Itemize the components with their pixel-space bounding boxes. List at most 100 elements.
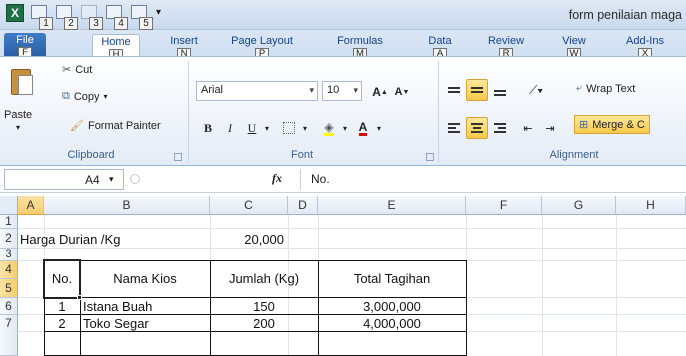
font-launcher-icon[interactable] <box>426 153 434 161</box>
cell-b4-nama-kios[interactable]: Nama Kios <box>80 271 210 286</box>
column-header-e[interactable]: E <box>318 196 466 215</box>
cut-button[interactable]: ✂ Cut <box>62 63 92 77</box>
formula-bar: A4 ▾ fx No. <box>0 166 686 193</box>
column-header-f[interactable]: F <box>466 196 542 215</box>
chevron-down-icon: ▾ <box>109 174 114 184</box>
cell-c6-jumlah[interactable]: 150 <box>210 299 318 314</box>
row-header-2[interactable]: 2 <box>0 229 18 249</box>
borders-button[interactable] <box>278 117 300 139</box>
chevron-down-icon[interactable]: ▾ <box>374 117 384 139</box>
new-file-button[interactable]: 4 <box>106 4 128 30</box>
row-header-3[interactable]: 3 <box>0 249 18 261</box>
cell-e6-total[interactable]: 3,000,000 <box>318 299 466 314</box>
spreadsheet-grid[interactable]: A B C D E F G H 1 2 3 4 5 6 7 Harga Duri… <box>0 196 686 356</box>
name-box[interactable]: A4 ▾ <box>4 169 124 190</box>
open-file-button[interactable]: 5 <box>131 4 153 30</box>
select-all-button[interactable] <box>0 196 18 215</box>
bold-button[interactable]: B <box>198 117 218 139</box>
cell-c2-harga-value[interactable]: 20,000 <box>210 232 288 247</box>
tab-formulas[interactable]: Formulas M <box>330 34 390 60</box>
align-bottom-button[interactable] <box>490 79 510 101</box>
increase-indent-button[interactable]: ⇥ <box>540 117 560 139</box>
cell-a6-no[interactable]: 1 <box>44 299 80 314</box>
chevron-down-icon: ▾ <box>16 123 21 132</box>
group-label-clipboard: Clipboard <box>67 149 115 161</box>
formula-input[interactable]: No. <box>300 169 686 190</box>
cell-c7-jumlah[interactable]: 200 <box>210 316 318 331</box>
font-name-select[interactable]: Arial ▾ <box>196 81 318 101</box>
column-header-h[interactable]: H <box>616 196 686 215</box>
orientation-icon: ⟋▾ <box>528 82 544 97</box>
cell-b7-nama[interactable]: Toko Segar <box>83 316 149 331</box>
tab-home[interactable]: Home H <box>92 34 140 61</box>
cell-a7-no[interactable]: 2 <box>44 316 80 331</box>
merge-center-button[interactable]: ⊞ Merge & C <box>574 115 650 134</box>
align-middle-button[interactable] <box>466 79 488 101</box>
font-color-button[interactable]: A <box>352 117 374 139</box>
tab-file[interactable]: File F <box>4 33 46 59</box>
wrap-text-button[interactable]: ⤶ Wrap Text <box>576 82 635 95</box>
formula-bar-resize[interactable] <box>130 174 140 184</box>
insert-function-button[interactable]: fx <box>272 171 282 186</box>
align-top-button[interactable] <box>444 79 464 101</box>
fill-color-button[interactable]: ◈ <box>318 117 340 139</box>
column-header-b[interactable]: B <box>44 196 210 215</box>
chevron-down-icon: ▾ <box>103 92 108 101</box>
group-label-alignment: Alignment <box>549 149 599 161</box>
row-header-5[interactable]: 5 <box>0 279 18 298</box>
align-right-icon <box>494 123 506 133</box>
font-size-select[interactable]: 10 ▾ <box>322 81 362 101</box>
format-painter-button[interactable]: 🖌 Format Painter <box>70 119 161 133</box>
orientation-button[interactable]: ⟋▾ <box>522 79 550 101</box>
decrease-indent-icon: ⇤ <box>523 122 533 135</box>
paste-icon <box>9 65 35 97</box>
underline-button[interactable]: U <box>242 117 262 139</box>
column-header-d[interactable]: D <box>288 196 318 215</box>
tab-view[interactable]: View W <box>556 34 592 60</box>
tab-data[interactable]: Data A <box>422 34 458 60</box>
paintbrush-icon: 🖌 <box>70 120 84 132</box>
row-header-6[interactable]: 6 <box>0 298 18 315</box>
save-button[interactable]: 1 <box>31 4 53 30</box>
align-right-button[interactable] <box>490 117 510 139</box>
grow-font-button[interactable]: A ▲ <box>370 81 390 103</box>
chevron-down-icon[interactable]: ▾ <box>262 117 272 139</box>
tab-page-layout[interactable]: Page Layout P <box>224 34 300 60</box>
chevron-down-icon[interactable]: ▾ <box>300 117 310 139</box>
shrink-font-button[interactable]: A ▼ <box>392 81 412 103</box>
chevron-down-icon: ▾ <box>309 85 314 95</box>
cell-b6-nama[interactable]: Istana Buah <box>83 299 152 314</box>
redo-button[interactable]: 3 <box>81 4 103 30</box>
customize-qat-button[interactable]: ▾ <box>156 4 166 26</box>
quick-access-toolbar: X 1 2 3 4 5 ▾ <box>6 4 166 30</box>
copy-button[interactable]: ⧉ Copy ▾ <box>62 90 108 103</box>
undo-button[interactable]: 2 <box>56 4 78 30</box>
column-header-c[interactable]: C <box>210 196 288 215</box>
paste-button[interactable]: Paste ▾ <box>0 57 46 145</box>
tab-review[interactable]: Review R <box>482 34 530 60</box>
italic-button[interactable]: I <box>220 117 240 139</box>
cell-e4-total[interactable]: Total Tagihan <box>318 271 466 286</box>
row-header-1[interactable]: 1 <box>0 215 18 229</box>
cell-b2-harga-label[interactable]: Harga Durian /Kg <box>20 232 120 247</box>
cell-e7-total[interactable]: 4,000,000 <box>318 316 466 331</box>
align-left-button[interactable] <box>444 117 464 139</box>
cell-c4-jumlah[interactable]: Jumlah (Kg) <box>210 271 318 286</box>
row-header-4[interactable]: 4 <box>0 261 18 279</box>
scissors-icon: ✂ <box>62 64 72 76</box>
excel-logo-icon[interactable]: X <box>6 4 28 26</box>
cell-a4-no[interactable]: No. <box>44 271 80 286</box>
column-header-g[interactable]: G <box>542 196 616 215</box>
decrease-indent-button[interactable]: ⇤ <box>518 117 538 139</box>
align-middle-icon <box>471 87 483 93</box>
align-center-button[interactable] <box>466 117 488 139</box>
column-header-a[interactable]: A <box>18 196 44 215</box>
chevron-down-icon[interactable]: ▾ <box>340 117 350 139</box>
paint-bucket-icon: ◈ <box>324 119 334 136</box>
tab-insert[interactable]: Insert N <box>162 34 206 60</box>
group-label-font: Font <box>290 149 313 161</box>
row-header-7[interactable]: 7 <box>0 315 18 356</box>
clipboard-launcher-icon[interactable] <box>174 153 182 161</box>
tab-add-ins[interactable]: Add-Ins X <box>618 34 672 60</box>
wrap-text-icon: ⤶ <box>576 82 583 94</box>
